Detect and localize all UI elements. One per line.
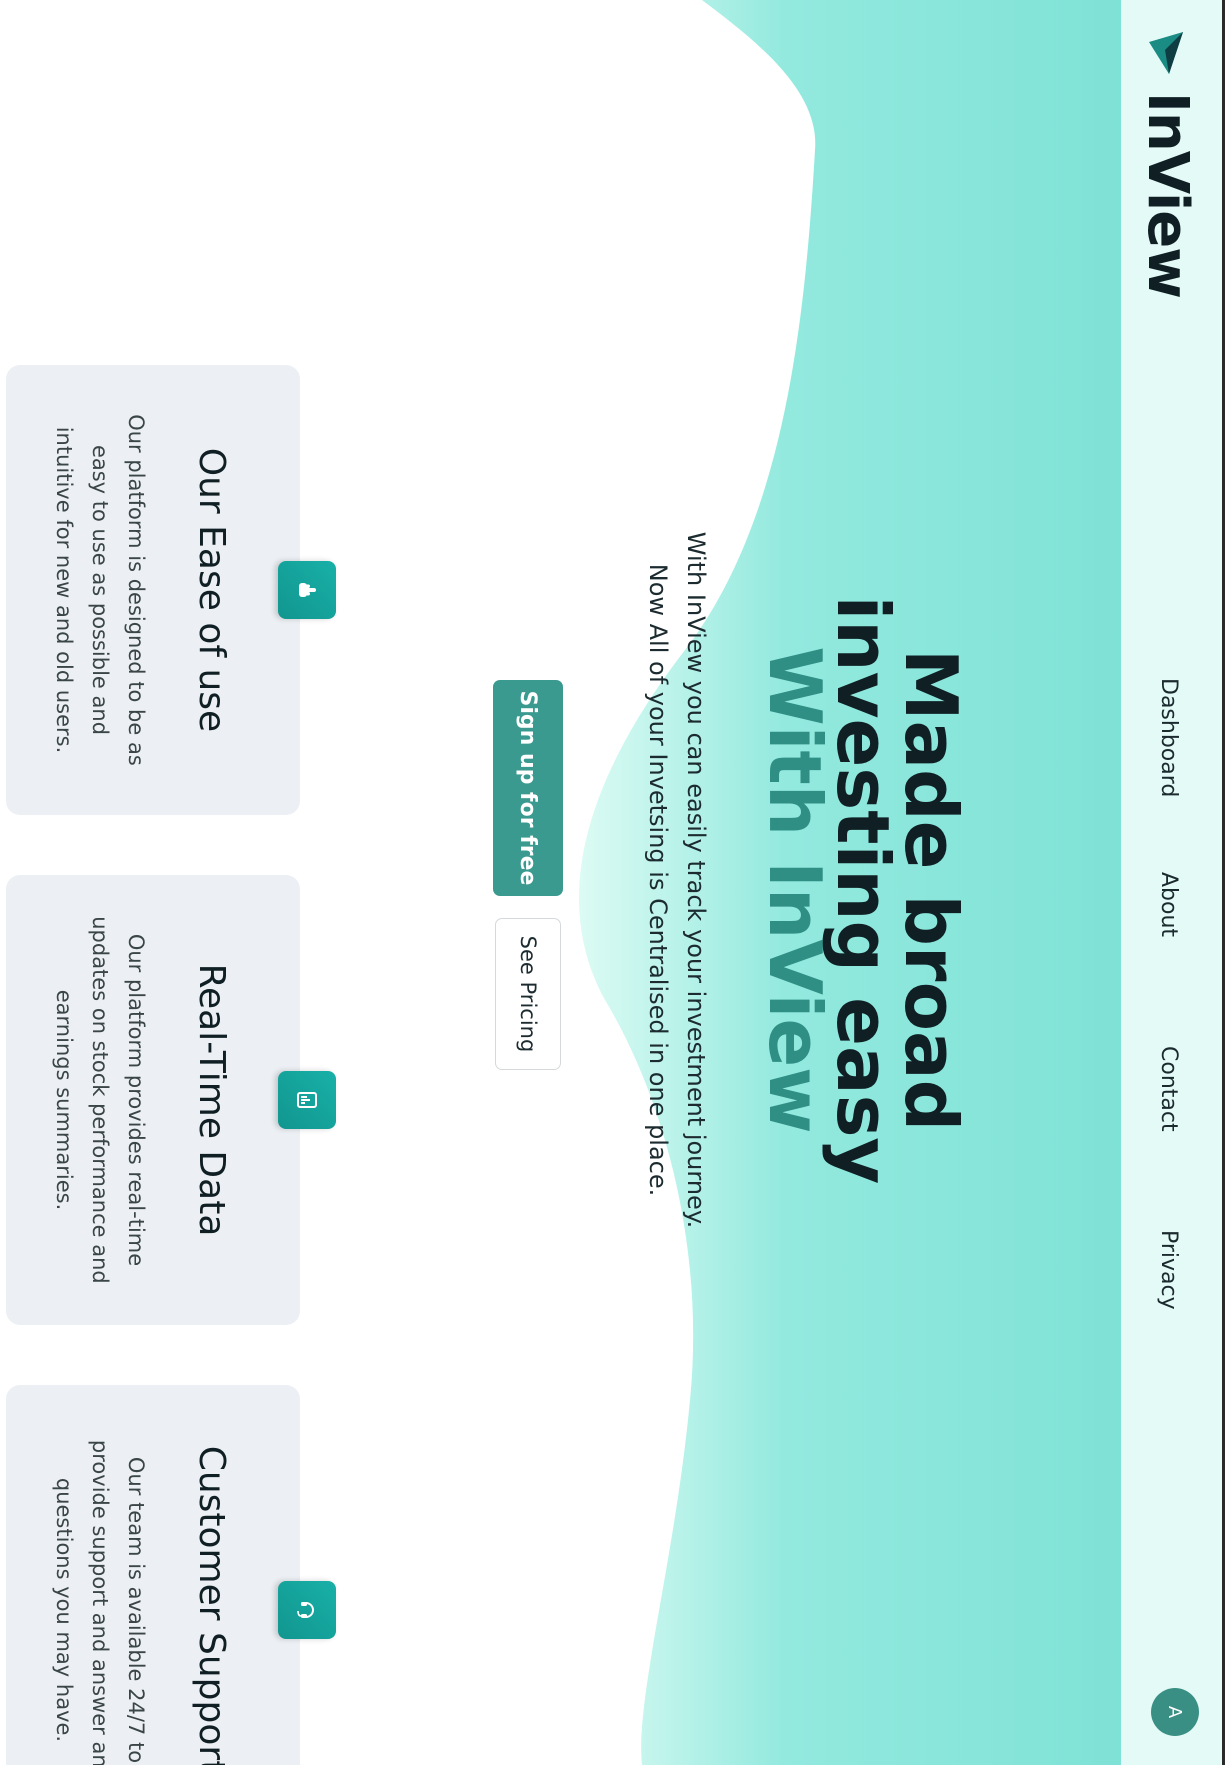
feature-title: Our Ease of use [191, 447, 232, 733]
feature-description: Our platform provides real-time updates … [52, 916, 148, 1284]
feature-card-realtime: Real-Time Data Our platform provides rea… [6, 875, 336, 1325]
nav-link-contact[interactable]: Contact [1156, 1046, 1181, 1132]
hero-title: Made broad investing easy With InView [753, 560, 973, 1220]
nav-link-about[interactable]: About [1156, 872, 1181, 937]
logo-icon [1149, 32, 1183, 74]
hero-title-accent: With InView [753, 646, 837, 1134]
headset-icon [278, 1581, 336, 1639]
feature-title: Customer Support [191, 1445, 232, 1765]
feature-description: Our team is available 24/7 to provide su… [52, 1439, 148, 1765]
viewport: InView Dashboard About Contact Privacy A… [0, 0, 1225, 1765]
feature-card-support: Customer Support Our team is available 2… [6, 1385, 336, 1765]
user-avatar[interactable]: A [1151, 1688, 1199, 1736]
signup-button[interactable]: Sign up for free [493, 680, 563, 896]
nav-link-dashboard[interactable]: Dashboard [1156, 678, 1181, 797]
brand[interactable]: InView [1135, 30, 1200, 298]
avatar-initial: A [1164, 1705, 1186, 1719]
nav-link-privacy[interactable]: Privacy [1156, 1230, 1181, 1310]
hero-subtitle: With InView you can easily track your in… [644, 531, 710, 1229]
see-pricing-button[interactable]: See Pricing [495, 918, 561, 1070]
feature-card-ease: Our Ease of use Our platform is designed… [6, 365, 336, 815]
hand-pointer-icon [278, 561, 336, 619]
hero-title-line2: investing easy [821, 595, 905, 1185]
feature-title: Real-Time Data [191, 963, 232, 1237]
landing-page: InView Dashboard About Contact Privacy A… [0, 0, 1225, 1765]
feature-description: Our platform is designed to be as easy t… [52, 414, 148, 766]
hero-title-line1: Made broad [889, 648, 973, 1132]
navbar: InView Dashboard About Contact Privacy A [1121, 0, 1225, 1765]
chart-document-icon [278, 1071, 336, 1129]
brand-name: InView [1135, 92, 1200, 298]
